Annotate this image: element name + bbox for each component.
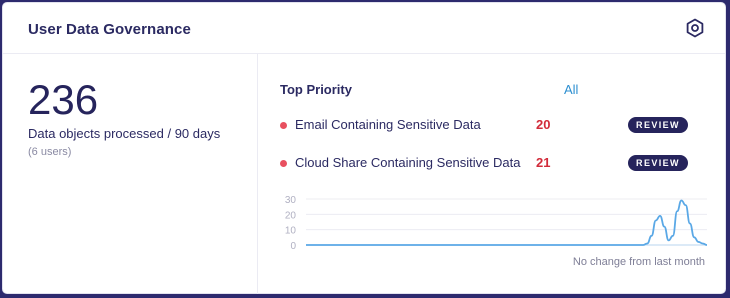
priority-item: Cloud Share Containing Sensitive Data 21… <box>280 154 710 174</box>
priority-item-count: 21 <box>536 155 551 170</box>
y-tick-label: 10 <box>285 226 297 237</box>
chart-note: No change from last month <box>572 256 705 268</box>
priority-item-count: 20 <box>536 117 551 132</box>
review-button[interactable]: REVIEW <box>628 117 688 133</box>
top-priority-title: Top Priority <box>280 82 352 97</box>
priority-item-label: Email Containing Sensitive Data <box>295 117 481 132</box>
priority-item-label: Cloud Share Containing Sensitive Data <box>295 155 521 170</box>
summary-panel: 236 Data objects processed / 90 days (6 … <box>3 53 258 294</box>
review-button[interactable]: REVIEW <box>628 155 688 171</box>
priority-item: Email Containing Sensitive Data 20 REVIE… <box>280 116 710 136</box>
widget-header: User Data Governance <box>3 3 725 54</box>
users-count-label: (6 users) <box>28 146 72 158</box>
trend-chart: 30 20 10 0 <box>285 195 708 252</box>
user-data-governance-widget: User Data Governance 236 Data objects pr… <box>2 2 726 294</box>
y-tick-label: 20 <box>285 210 297 221</box>
widget-title: User Data Governance <box>28 21 191 38</box>
all-link[interactable]: All <box>564 82 578 97</box>
y-tick-label: 30 <box>285 195 297 206</box>
priority-panel: Top Priority All Email Containing Sensit… <box>258 53 727 294</box>
series-line <box>305 199 708 246</box>
processed-count: 236 <box>28 76 99 123</box>
settings-icon[interactable] <box>685 18 705 38</box>
y-tick-label: 0 <box>290 241 296 252</box>
alert-dot-icon <box>280 160 287 167</box>
processed-label: Data objects processed / 90 days <box>28 126 221 141</box>
alert-dot-icon <box>280 122 287 129</box>
